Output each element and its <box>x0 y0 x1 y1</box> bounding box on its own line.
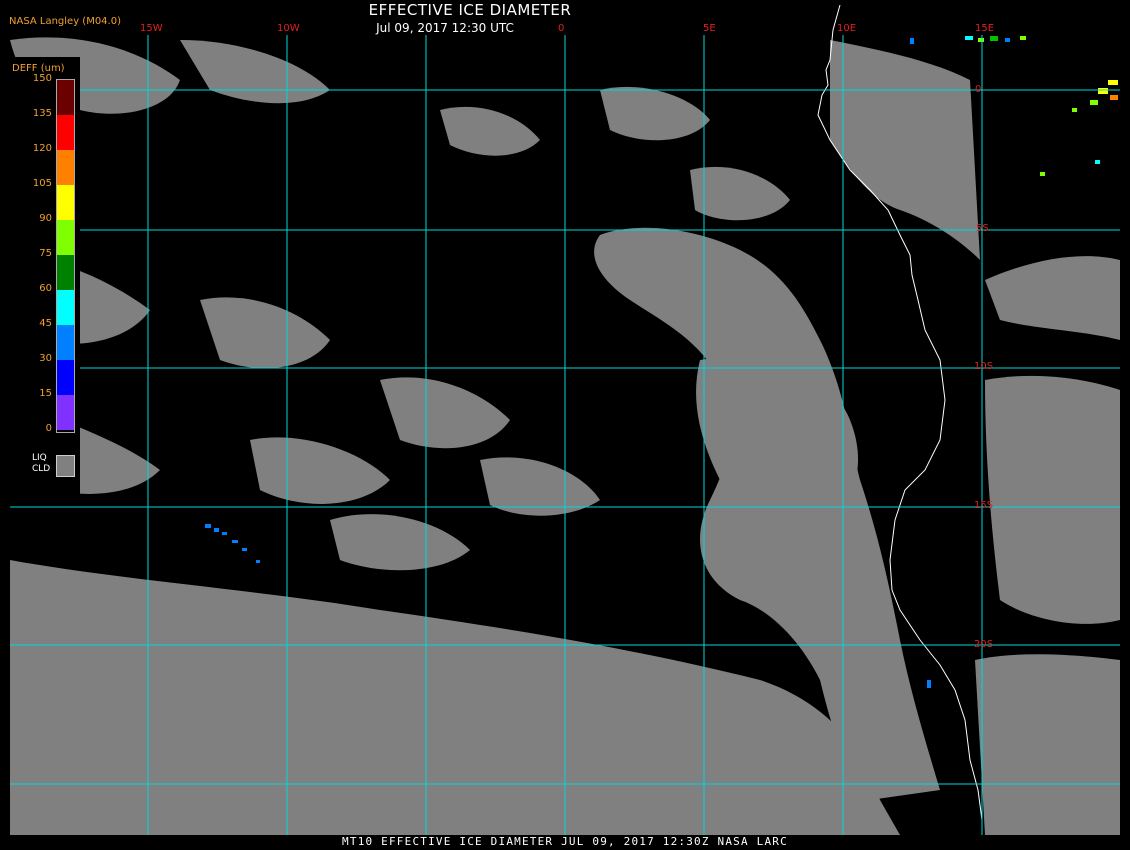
lat-label-5s: 5S <box>976 223 989 234</box>
legend-tick-label: 30 <box>39 353 52 364</box>
legend-swatch <box>57 255 74 290</box>
legend-swatch <box>57 290 74 325</box>
legend-swatch <box>57 395 74 430</box>
legend-tick-label: 75 <box>39 248 52 259</box>
liquid-cloud-label: LIQ CLD <box>32 453 51 474</box>
legend-swatch <box>57 115 74 150</box>
legend-swatch <box>57 220 74 255</box>
producer-label: NASA Langley (M04.0) <box>9 16 121 27</box>
legend-swatch <box>57 80 74 115</box>
legend-tick-label: 60 <box>39 283 52 294</box>
legend-tick-label: 15 <box>39 388 52 399</box>
legend-swatch <box>57 325 74 360</box>
footer-caption: MT10 EFFECTIVE ICE DIAMETER JUL 09, 2017… <box>342 835 788 848</box>
color-scale <box>56 79 75 433</box>
legend-swatch <box>57 360 74 395</box>
lat-label-0: 0 <box>975 84 982 95</box>
lat-label-15s: 15S <box>974 500 994 511</box>
page-title: EFFECTIVE ICE DIAMETER <box>368 1 572 19</box>
legend-swatch <box>57 185 74 220</box>
color-legend: DEFF (um) 150 135 120 105 90 75 60 45 30 15 0 LIQ C… <box>8 57 80 497</box>
legend-tick-label: 135 <box>32 108 52 119</box>
legend-tick-label: 45 <box>39 318 52 329</box>
legend-tick-label: 0 <box>45 423 52 434</box>
satellite-map <box>0 0 1130 850</box>
lon-label-15e: 15E <box>975 23 995 34</box>
legend-tick-label: 90 <box>39 213 52 224</box>
liquid-cloud-swatch <box>56 455 75 477</box>
lat-label-20s: 20S <box>974 639 994 650</box>
legend-tick-label: 105 <box>32 178 52 189</box>
legend-swatch <box>57 150 74 185</box>
lat-label-10s: 10S <box>974 361 994 372</box>
legend-tick-label: 150 <box>32 73 52 84</box>
timestamp: Jul 09, 2017 12:30 UTC <box>376 21 514 35</box>
legend-tick-label: 120 <box>32 143 52 154</box>
